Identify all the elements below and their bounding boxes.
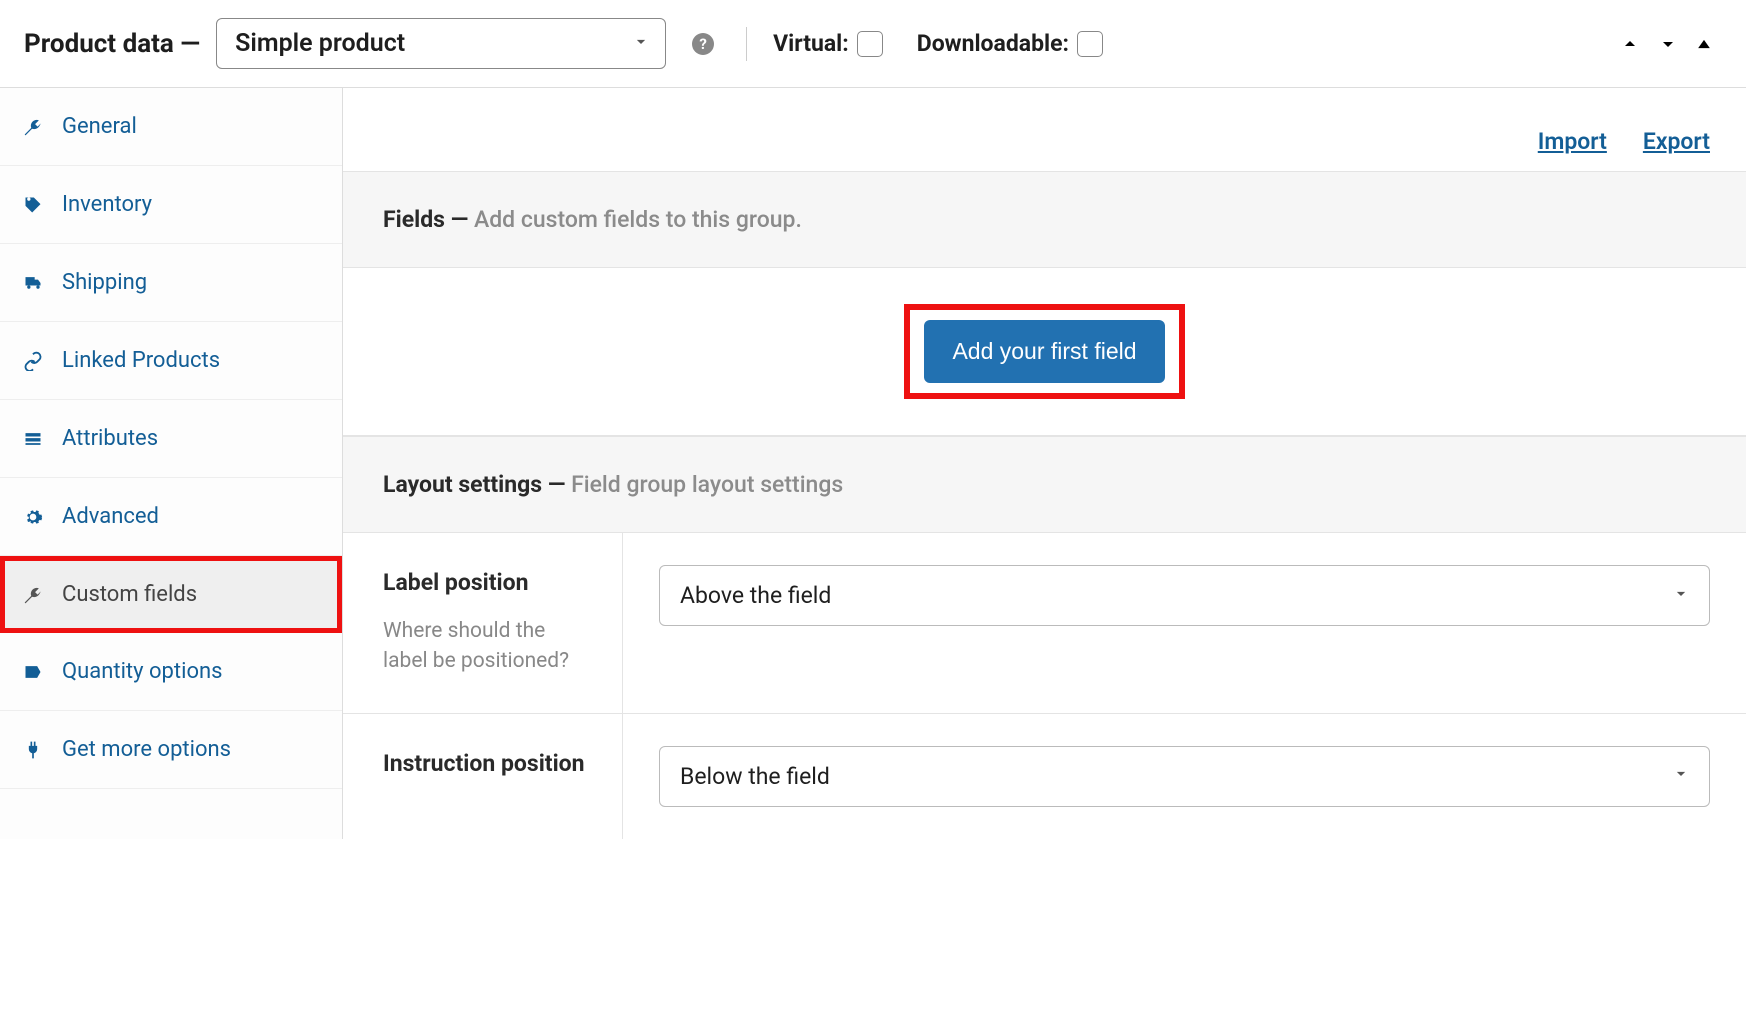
divider	[746, 27, 747, 61]
sidebar-item-label: Inventory	[62, 192, 152, 217]
sidebar-item-label: Linked Products	[62, 348, 220, 373]
downloadable-field[interactable]: Downloadable:	[917, 30, 1103, 57]
sidebar-item-label: Quantity options	[62, 659, 223, 684]
sidebar-item-label: Advanced	[62, 504, 159, 529]
help-icon[interactable]: ?	[692, 33, 714, 55]
layout-section-desc: Field group layout settings	[571, 471, 843, 498]
virtual-checkbox[interactable]	[857, 31, 883, 57]
fields-section-header: Fields — Add custom fields to this group…	[343, 171, 1746, 268]
truck-icon	[22, 273, 44, 293]
product-data-title: Product data —	[24, 29, 200, 59]
label-icon	[22, 662, 44, 682]
sidebar-item-attributes[interactable]: Attributes	[0, 400, 342, 478]
wrench-icon	[22, 117, 44, 137]
main-panel: Import Export Fields — Add custom fields…	[343, 88, 1746, 839]
label-position-hint: Where should the label be positioned?	[383, 616, 586, 677]
instruction-position-select[interactable]: Below the field	[659, 746, 1710, 807]
sidebar-item-label: Custom fields	[62, 582, 197, 607]
wrench-icon	[22, 585, 44, 605]
list-icon	[22, 429, 44, 449]
label-position-select[interactable]: Above the field	[659, 565, 1710, 626]
sidebar-item-get-more-options[interactable]: Get more options	[0, 711, 342, 789]
layout-section-header: Layout settings — Field group layout set…	[343, 436, 1746, 533]
virtual-label: Virtual:	[773, 30, 849, 57]
sidebar-item-general[interactable]: General	[0, 88, 342, 166]
sidebar-item-shipping[interactable]: Shipping	[0, 244, 342, 322]
fields-section-body: Add your first field	[343, 268, 1746, 436]
downloadable-label: Downloadable:	[917, 30, 1069, 57]
sidebar-item-label: Get more options	[62, 737, 231, 762]
product-type-select[interactable]: Simple product	[216, 18, 666, 69]
caret-up-icon[interactable]	[1694, 34, 1714, 54]
label-position-row: Label position Where should the label be…	[343, 533, 1746, 714]
chevron-down-icon[interactable]	[1656, 32, 1680, 56]
instruction-position-label: Instruction position	[383, 750, 586, 777]
downloadable-checkbox[interactable]	[1077, 31, 1103, 57]
product-tabs-sidebar: General Inventory Shipping Linked Produc…	[0, 88, 343, 839]
instruction-position-row: Instruction position Below the field	[343, 714, 1746, 839]
sidebar-item-custom-fields[interactable]: Custom fields	[0, 556, 342, 633]
product-type-select-value: Simple product	[235, 29, 405, 58]
top-links: Import Export	[343, 88, 1746, 171]
sidebar-item-label: Shipping	[62, 270, 147, 295]
sidebar-item-advanced[interactable]: Advanced	[0, 478, 342, 556]
add-first-field-button[interactable]: Add your first field	[924, 320, 1164, 383]
layout-section-title: Layout settings	[383, 471, 542, 498]
sidebar-item-inventory[interactable]: Inventory	[0, 166, 342, 244]
link-icon	[22, 351, 44, 371]
label-position-select-value: Above the field	[680, 582, 831, 609]
gear-icon	[22, 507, 44, 527]
chevron-down-icon	[1671, 763, 1691, 790]
fields-section-title: Fields	[383, 206, 445, 233]
import-link[interactable]: Import	[1538, 128, 1607, 155]
panel-toggles	[1618, 32, 1722, 56]
fields-section-desc: Add custom fields to this group.	[474, 206, 802, 233]
sidebar-item-linked-products[interactable]: Linked Products	[0, 322, 342, 400]
export-link[interactable]: Export	[1643, 128, 1710, 155]
product-data-header: Product data — Simple product ? Virtual:…	[0, 0, 1746, 88]
chevron-down-icon	[631, 29, 651, 58]
add-field-highlight: Add your first field	[904, 304, 1184, 399]
sidebar-item-label: General	[62, 114, 137, 139]
tag-icon	[22, 195, 44, 215]
plug-icon	[22, 740, 44, 760]
sidebar-item-label: Attributes	[62, 426, 158, 451]
sidebar-item-quantity-options[interactable]: Quantity options	[0, 633, 342, 711]
chevron-up-icon[interactable]	[1618, 32, 1642, 56]
virtual-field[interactable]: Virtual:	[773, 30, 883, 57]
instruction-position-select-value: Below the field	[680, 763, 830, 790]
label-position-label: Label position	[383, 569, 586, 596]
chevron-down-icon	[1671, 582, 1691, 609]
